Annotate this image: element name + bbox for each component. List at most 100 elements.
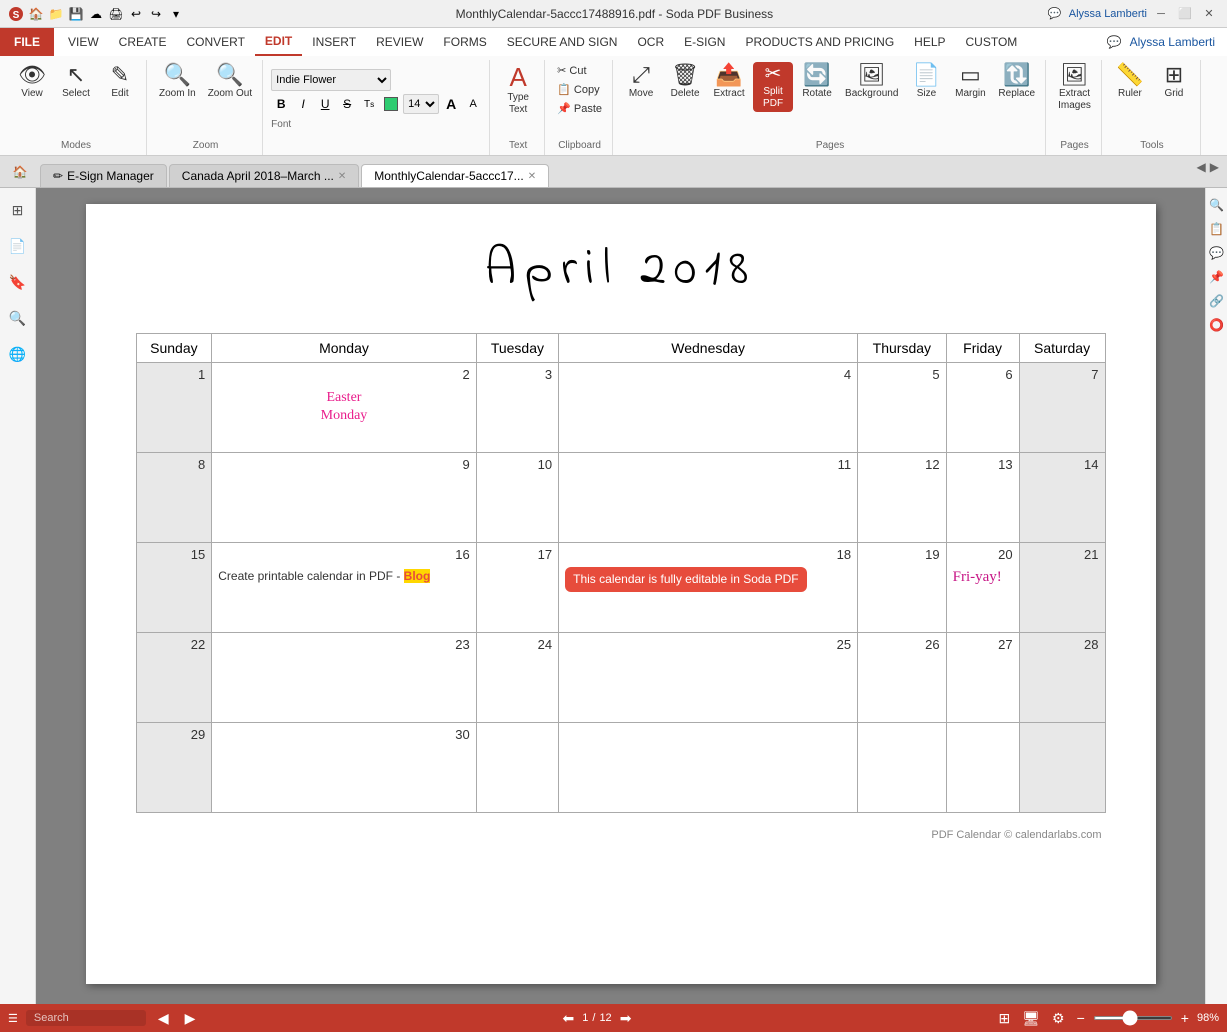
- fit-page-button[interactable]: ⊞: [995, 1008, 1015, 1029]
- underline-button[interactable]: U: [315, 94, 335, 114]
- left-btn-3[interactable]: 🔖: [4, 268, 32, 296]
- notification-icon[interactable]: 💬: [1107, 35, 1122, 49]
- select-label: Select: [62, 88, 90, 100]
- paste-button[interactable]: 📌 Paste: [553, 100, 606, 117]
- view-label: View: [21, 88, 43, 100]
- page-next-button[interactable]: ➡: [616, 1008, 636, 1029]
- help-icon[interactable]: 💬: [1045, 4, 1065, 24]
- ruler-button[interactable]: 📏 Ruler: [1110, 62, 1150, 102]
- restore-button[interactable]: ⬜: [1175, 4, 1195, 24]
- menu-review[interactable]: REVIEW: [366, 28, 433, 56]
- right-btn-3[interactable]: 💬: [1208, 244, 1226, 262]
- cut-button[interactable]: ✂ Cut: [553, 62, 606, 79]
- ribbon-group-font: Indie Flower Arial Times New Roman B I U…: [265, 60, 490, 155]
- split-pdf-button[interactable]: ✂ SplitPDF: [753, 62, 793, 112]
- settings-button[interactable]: ⚙: [1048, 1008, 1069, 1029]
- search-next-button[interactable]: ▶: [181, 1008, 200, 1029]
- zoom-bar: [1093, 1016, 1173, 1020]
- menu-help[interactable]: HELP: [904, 28, 955, 56]
- replace-button[interactable]: 🔃 Replace: [994, 62, 1039, 102]
- tab-canada-calendar[interactable]: Canada April 2018–March ... ✕: [169, 164, 359, 187]
- menu-forms[interactable]: FORMS: [433, 28, 496, 56]
- cloud-icon[interactable]: ☁: [88, 6, 104, 22]
- canada-tab-close[interactable]: ✕: [338, 171, 346, 182]
- font-family-select[interactable]: Indie Flower Arial Times New Roman: [271, 69, 391, 91]
- right-btn-search[interactable]: 🔍: [1208, 196, 1226, 214]
- shrink-font-button[interactable]: A: [463, 94, 483, 114]
- menu-edit[interactable]: EDIT: [255, 28, 302, 56]
- grid-button[interactable]: ⊞ Grid: [1154, 62, 1194, 102]
- superscript-button[interactable]: Ts: [359, 94, 379, 114]
- bold-button[interactable]: B: [271, 94, 291, 114]
- tab-monthly-calendar[interactable]: MonthlyCalendar-5accc17... ✕: [361, 164, 549, 187]
- delete-button[interactable]: 🗑 Delete: [665, 62, 705, 102]
- soda-icon[interactable]: S: [8, 6, 24, 22]
- page-prev-button[interactable]: ⬅: [559, 1008, 579, 1029]
- menu-view[interactable]: VIEW: [58, 28, 109, 56]
- close-button[interactable]: ✕: [1199, 4, 1219, 24]
- status-menu-icon[interactable]: ☰: [8, 1012, 18, 1025]
- right-btn-6[interactable]: ⭕: [1208, 316, 1226, 334]
- margin-button[interactable]: ▭ Margin: [950, 62, 990, 102]
- font-size-select[interactable]: 14 12 16 18: [403, 94, 439, 114]
- size-button[interactable]: 📄 Size: [906, 62, 946, 102]
- rotate-button[interactable]: 🔄 Rotate: [797, 62, 837, 102]
- grow-font-button[interactable]: A: [441, 94, 461, 114]
- home-tab-button[interactable]: 🏠: [8, 160, 32, 184]
- file-menu[interactable]: FILE: [0, 28, 54, 56]
- move-button[interactable]: ⤢ Move: [621, 62, 661, 102]
- left-btn-2[interactable]: 📄: [4, 232, 32, 260]
- strikethrough-button[interactable]: S: [337, 94, 357, 114]
- zoom-in-status-button[interactable]: +: [1177, 1008, 1193, 1028]
- menu-products[interactable]: PRODUCTS AND PRICING: [735, 28, 904, 56]
- day-5: 5: [858, 363, 947, 453]
- type-text-button[interactable]: A TypeText: [498, 62, 538, 118]
- menu-secure[interactable]: SECURE AND SIGN: [497, 28, 628, 56]
- view-button[interactable]: 👁 View: [12, 62, 52, 102]
- search-input[interactable]: [26, 1010, 146, 1026]
- minimize-button[interactable]: ─: [1151, 4, 1171, 24]
- edit-button[interactable]: ✎ Edit: [100, 62, 140, 102]
- left-btn-5[interactable]: 🌐: [4, 340, 32, 368]
- left-btn-1[interactable]: ⊞: [4, 196, 32, 224]
- search-prev-button[interactable]: ◀: [154, 1008, 173, 1029]
- folder-icon[interactable]: 📁: [48, 6, 64, 22]
- background-button[interactable]: 🖼 Background: [841, 62, 902, 102]
- menu-create[interactable]: CREATE: [109, 28, 177, 56]
- zoom-slider[interactable]: [1093, 1016, 1173, 1020]
- right-btn-5[interactable]: 🔗: [1208, 292, 1226, 310]
- monthly-tab-close[interactable]: ✕: [528, 171, 536, 182]
- italic-button[interactable]: I: [293, 94, 313, 114]
- blog-note: Create printable calendar in PDF - Blog: [218, 567, 469, 585]
- color-swatch[interactable]: [381, 94, 401, 114]
- menu-convert[interactable]: CONVERT: [176, 28, 254, 56]
- tab-prev-icon[interactable]: ◀: [1197, 160, 1206, 174]
- zoom-in-button[interactable]: 🔍 Zoom In: [155, 62, 200, 102]
- tab-next-icon[interactable]: ▶: [1210, 160, 1219, 174]
- extract-images-button[interactable]: 🖼 ExtractImages: [1054, 62, 1095, 114]
- day-30: 30: [212, 723, 476, 813]
- user-account[interactable]: Alyssa Lamberti: [1130, 35, 1215, 49]
- select-button[interactable]: ↖ Select: [56, 62, 96, 102]
- more-icon[interactable]: ▾: [168, 6, 184, 22]
- menu-insert[interactable]: INSERT: [302, 28, 366, 56]
- menu-ocr[interactable]: OCR: [627, 28, 674, 56]
- right-btn-4[interactable]: 📌: [1208, 268, 1226, 286]
- menu-custom[interactable]: CUSTOM: [956, 28, 1028, 56]
- document-scroll-area[interactable]: April 2018 Sunday Monday Tuesday Wednesd…: [36, 188, 1205, 1004]
- undo-icon[interactable]: ↩: [128, 6, 144, 22]
- ribbon-group-zoom: 🔍 Zoom In 🔍 Zoom Out Zoom: [149, 60, 263, 155]
- zoom-out-status-button[interactable]: −: [1073, 1008, 1089, 1028]
- extract-button[interactable]: 📤 Extract: [709, 62, 749, 102]
- menu-esign[interactable]: E-SIGN: [674, 28, 735, 56]
- floppy-icon[interactable]: 💾: [68, 6, 84, 22]
- copy-button[interactable]: 📋 Copy: [553, 81, 606, 98]
- left-btn-4[interactable]: 🔍: [4, 304, 32, 332]
- zoom-out-button[interactable]: 🔍 Zoom Out: [204, 62, 256, 102]
- print-icon[interactable]: 🖨: [108, 6, 124, 22]
- home-icon[interactable]: 🏠: [28, 6, 44, 22]
- right-btn-2[interactable]: 📋: [1208, 220, 1226, 238]
- redo-icon[interactable]: ↪: [148, 6, 164, 22]
- view-mode-button[interactable]: 🖥: [1018, 1008, 1044, 1029]
- tab-esign-manager[interactable]: ✏ E-Sign Manager: [40, 164, 167, 187]
